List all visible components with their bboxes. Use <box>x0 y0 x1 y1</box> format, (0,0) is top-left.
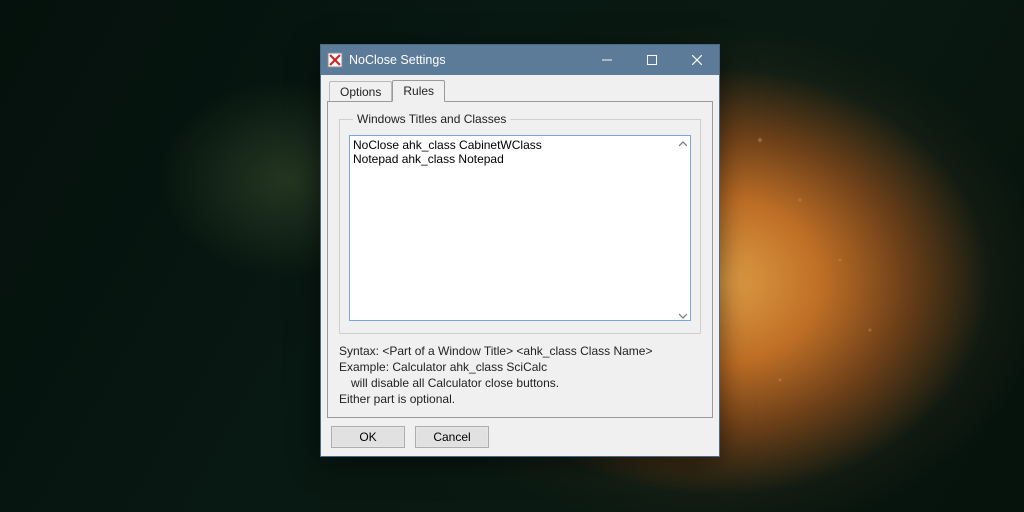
titlebar[interactable]: NoClose Settings <box>321 45 719 75</box>
desktop-wallpaper: NoClose Settings Options Rules <box>0 0 1024 512</box>
help-syntax: Syntax: <Part of a Window Title> <ahk_cl… <box>339 343 701 359</box>
cancel-button[interactable]: Cancel <box>415 426 489 448</box>
close-button[interactable] <box>674 45 719 75</box>
app-icon <box>327 52 343 68</box>
tab-options[interactable]: Options <box>329 81 392 102</box>
groupbox-titles-classes: Windows Titles and Classes <box>339 112 701 334</box>
ok-button[interactable]: OK <box>331 426 405 448</box>
maximize-button[interactable] <box>629 45 674 75</box>
client-area: Options Rules Windows Titles and Classes <box>321 75 719 456</box>
help-example: Example: Calculator ahk_class SciCalc <box>339 359 701 375</box>
tabpage-rules: Windows Titles and Classes Syntax: <Part… <box>327 101 713 418</box>
window-title: NoClose Settings <box>349 53 446 67</box>
tabstrip: Options Rules <box>329 79 713 101</box>
dialog-buttons: OK Cancel <box>327 426 713 448</box>
groupbox-legend: Windows Titles and Classes <box>353 112 510 126</box>
rules-textarea[interactable] <box>349 135 691 321</box>
help-optional: Either part is optional. <box>339 391 701 407</box>
tab-rules[interactable]: Rules <box>392 80 445 102</box>
help-example-desc: will disable all Calculator close button… <box>339 375 701 391</box>
settings-window: NoClose Settings Options Rules <box>320 44 720 457</box>
minimize-button[interactable] <box>584 45 629 75</box>
help-text: Syntax: <Part of a Window Title> <ahk_cl… <box>339 343 701 407</box>
